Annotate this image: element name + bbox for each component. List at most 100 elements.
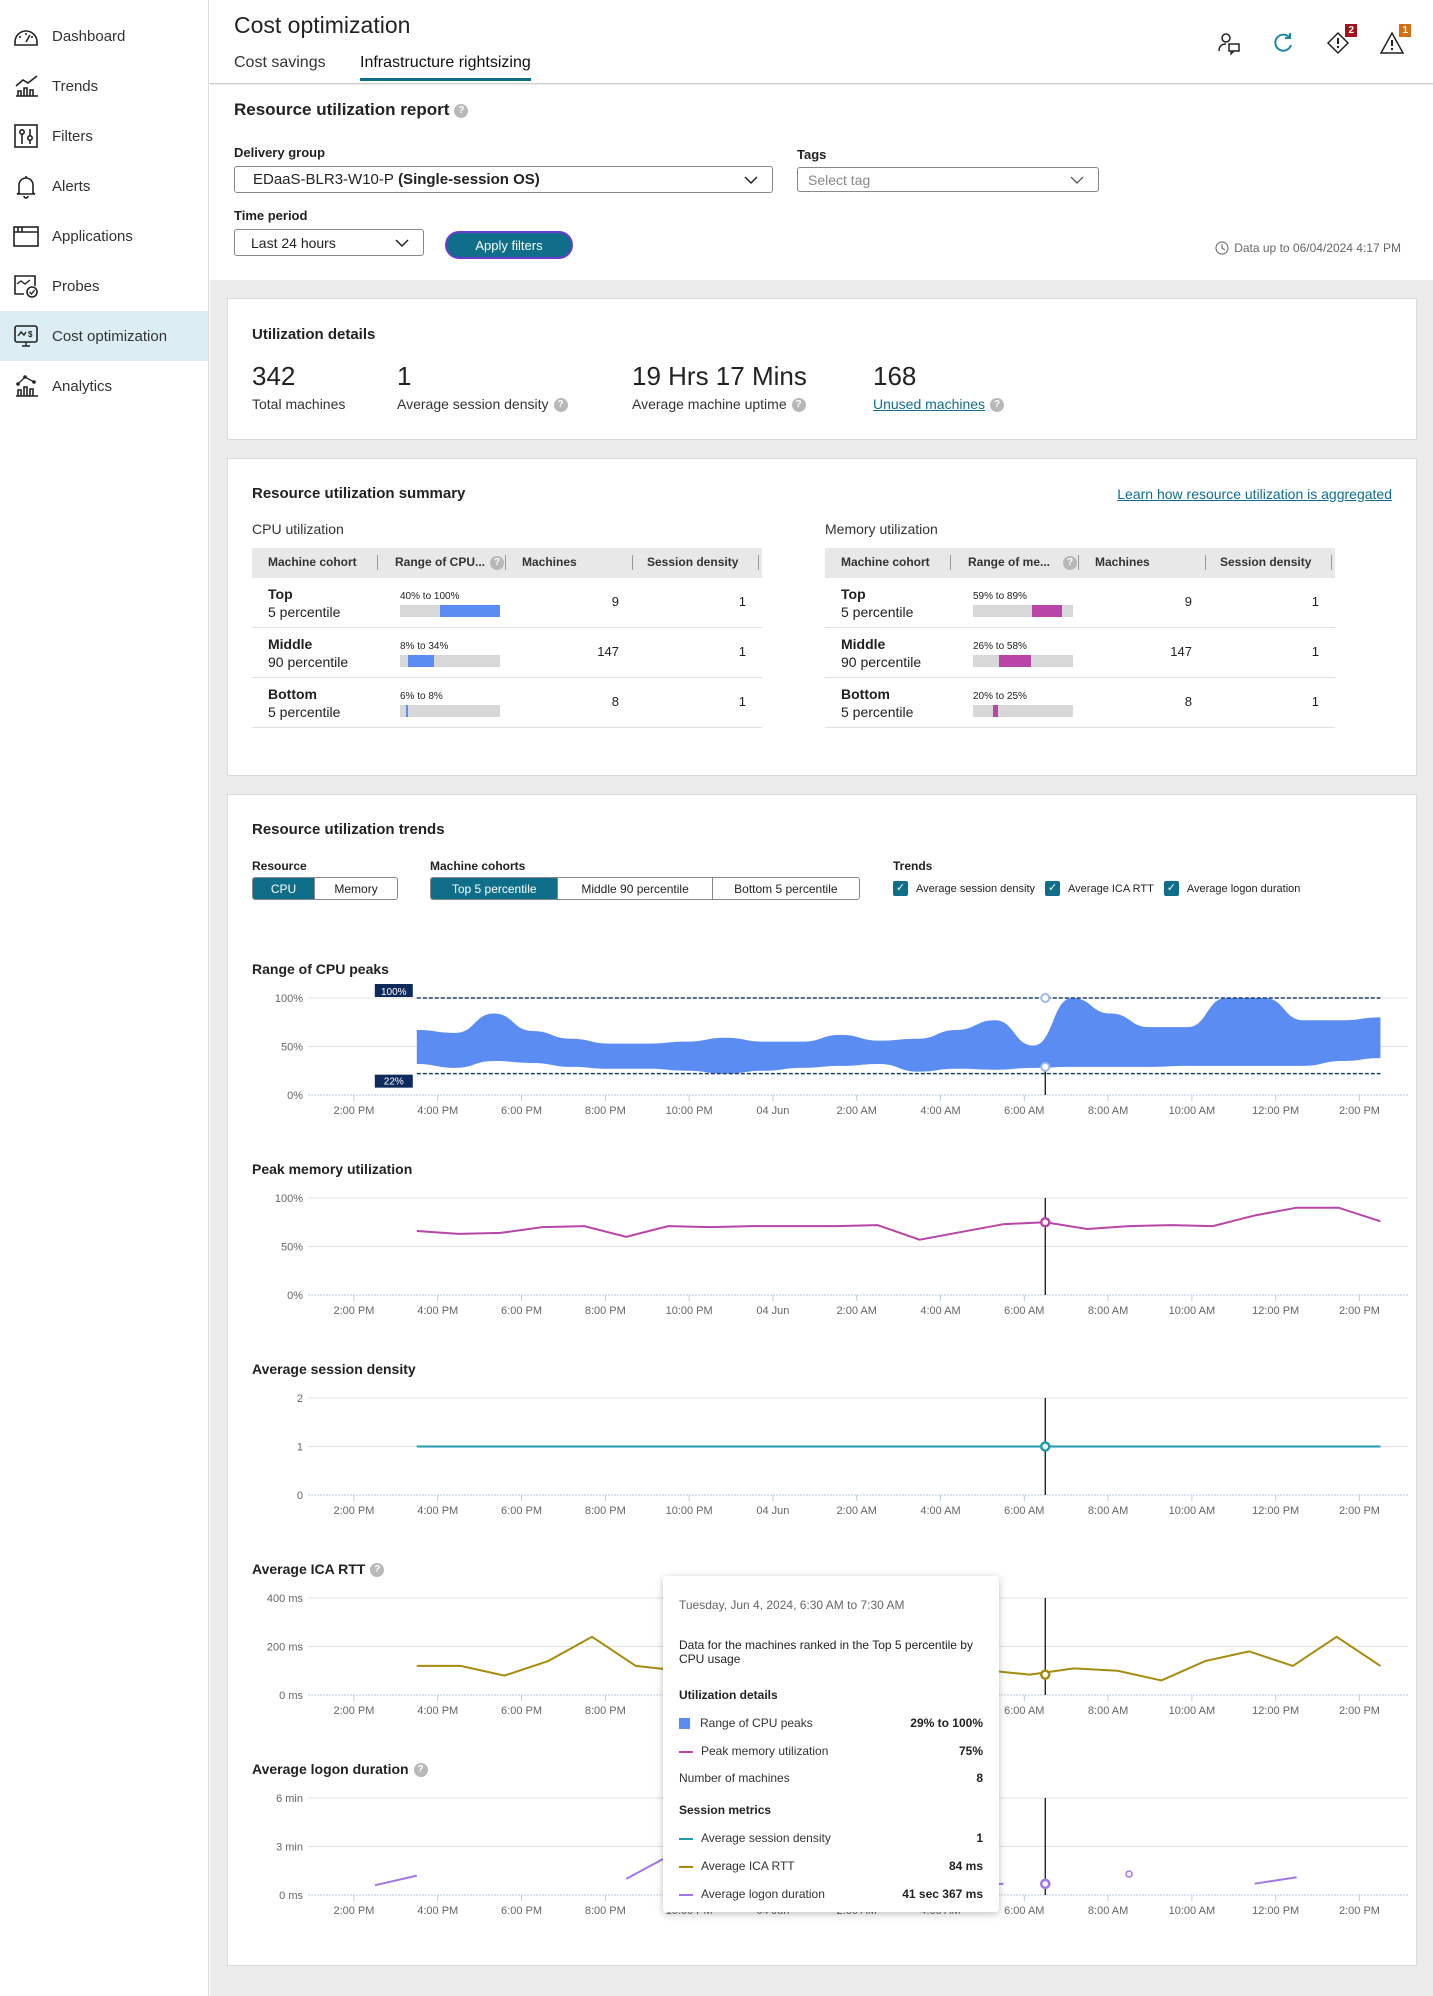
x-tick-label: 4:00 AM: [920, 1505, 960, 1517]
y-tick-label: 0: [297, 1490, 303, 1502]
x-tick-label: 6:00 AM: [1004, 1705, 1044, 1717]
cohort-middle-option[interactable]: Middle 90 percentile: [558, 878, 713, 899]
learn-aggregation-link[interactable]: Learn how resource utilization is aggreg…: [1117, 486, 1392, 502]
table-row: Middle 90 percentile 26% to 58% 147 1: [825, 628, 1335, 678]
time-period-select[interactable]: Last 24 hours: [234, 229, 424, 256]
machines-cell: 147: [597, 644, 619, 659]
tooltip-label: Average logon duration: [701, 1887, 825, 1901]
resource-memory-option[interactable]: Memory: [315, 878, 397, 899]
x-tick-label: 10:00 AM: [1169, 1505, 1215, 1517]
y-tick-label: 0%: [287, 1290, 303, 1302]
column-header[interactable]: Session density: [647, 555, 738, 569]
sidebar-item-analytics[interactable]: Analytics: [0, 361, 208, 411]
checkbox-average-session-density[interactable]: ✓ Average session density: [893, 881, 1035, 896]
tab-infrastructure-rightsizing[interactable]: Infrastructure rightsizing: [360, 54, 531, 81]
help-icon[interactable]: ?: [1063, 556, 1077, 570]
x-tick-label: 2:00 AM: [837, 1505, 877, 1517]
sidebar-item-alerts[interactable]: Alerts: [0, 161, 208, 211]
x-tick-label: 2:00 AM: [837, 1305, 877, 1317]
report-title-text: Resource utilization report: [234, 100, 450, 119]
sidebar-item-filters[interactable]: Filters: [0, 111, 208, 161]
refresh-button[interactable]: [1271, 30, 1297, 56]
sidebar-item-applications[interactable]: Applications: [0, 211, 208, 261]
alerts-button[interactable]: 2: [1325, 24, 1357, 56]
column-divider[interactable]: [950, 555, 951, 570]
user-feedback-button[interactable]: [1217, 30, 1243, 56]
tooltip-value: 41 sec 367 ms: [902, 1887, 983, 1901]
help-icon[interactable]: ?: [454, 103, 469, 118]
help-icon[interactable]: ?: [370, 1563, 385, 1578]
delivery-group-select[interactable]: EDaaS-BLR3-W10-P (Single-session OS): [234, 166, 773, 193]
column-divider[interactable]: [377, 555, 378, 570]
cohort-bottom-option[interactable]: Bottom 5 percentile: [713, 878, 859, 899]
sidebar-label: Applications: [52, 227, 133, 245]
page-title: Cost optimization: [234, 12, 411, 38]
help-icon[interactable]: ?: [553, 398, 568, 413]
tags-label: Tags: [797, 147, 827, 162]
x-tick-label: 4:00 PM: [417, 1305, 458, 1317]
help-icon[interactable]: ?: [490, 556, 504, 570]
x-tick-label: 8:00 AM: [1088, 1505, 1128, 1517]
tab-cost-savings[interactable]: Cost savings: [234, 54, 326, 78]
x-tick-label: 8:00 PM: [585, 1905, 626, 1917]
cohort-top-option[interactable]: Top 5 percentile: [431, 878, 559, 899]
column-header[interactable]: Machine cohort: [841, 555, 930, 569]
sidebar-item-cost-optimization[interactable]: $ Cost optimization: [0, 311, 208, 361]
cohort-percentile: 5 percentile: [268, 704, 341, 720]
machines-cell: 9: [611, 594, 619, 609]
y-tick-label: 200 ms: [267, 1642, 304, 1654]
data-freshness: Data up to 06/04/2024 4:17 PM: [1215, 241, 1401, 255]
sidebar-item-probes[interactable]: Probes: [0, 261, 208, 311]
column-header[interactable]: Machines: [1095, 555, 1150, 569]
x-tick-label: 8:00 PM: [585, 1305, 626, 1317]
column-divider[interactable]: [758, 555, 759, 570]
checkbox-average-ica-rtt[interactable]: ✓ Average ICA RTT: [1045, 881, 1154, 896]
user-feedback-icon: [1218, 33, 1240, 56]
x-tick-label: 10:00 PM: [666, 1505, 713, 1517]
sidebar-label: Cost optimization: [52, 327, 168, 345]
column-header[interactable]: Range of me...: [968, 555, 1050, 569]
help-icon[interactable]: ?: [990, 398, 1005, 413]
y-tick-label: 3 min: [276, 1842, 303, 1854]
check-icon: ✓: [893, 881, 908, 896]
bell-icon: [16, 176, 36, 199]
column-header[interactable]: Machines: [522, 555, 577, 569]
x-tick-label: 6:00 PM: [501, 1305, 542, 1317]
column-header[interactable]: Range of CPU...: [395, 555, 485, 569]
analytics-icon: [16, 375, 38, 397]
sidebar-item-dashboard[interactable]: Dashboard: [0, 11, 208, 61]
tooltip-value: 8: [976, 1771, 983, 1785]
x-tick-label: 8:00 PM: [585, 1705, 626, 1717]
range-bar: [400, 705, 500, 717]
column-header[interactable]: Session density: [1220, 555, 1311, 569]
page-header: Cost optimization Cost savings Infrastru…: [210, 0, 1433, 84]
memory-line-swatch: [679, 1750, 693, 1753]
help-icon[interactable]: ?: [413, 1763, 428, 1778]
apply-filters-button[interactable]: Apply filters: [445, 231, 573, 259]
sidebar-item-trends[interactable]: Trends: [0, 61, 208, 111]
y-tick-label: 50%: [281, 1242, 303, 1254]
resource-cpu-option[interactable]: CPU: [253, 878, 316, 899]
tooltip-value: 75%: [958, 1744, 983, 1758]
x-tick-label: 6:00 PM: [501, 1105, 542, 1117]
column-divider[interactable]: [1331, 555, 1332, 570]
kpi-value: 168: [873, 361, 917, 391]
table-row: Bottom 5 percentile 6% to 8% 8 1: [252, 678, 762, 728]
x-tick-label: 4:00 PM: [417, 1905, 458, 1917]
chart-title: Average session density: [252, 1361, 416, 1377]
column-divider[interactable]: [632, 555, 633, 570]
x-tick-label: 10:00 AM: [1169, 1705, 1215, 1717]
checkbox-average-logon-duration[interactable]: ✓ Average logon duration: [1163, 881, 1300, 896]
tags-select[interactable]: Select tag: [797, 167, 1099, 192]
column-divider[interactable]: [505, 555, 506, 570]
column-header[interactable]: Machine cohort: [268, 555, 357, 569]
unused-machines-link[interactable]: Unused machines: [873, 396, 985, 412]
probes-icon: [14, 275, 38, 298]
column-divider[interactable]: [1078, 555, 1079, 570]
table-title: CPU utilization: [252, 521, 344, 537]
x-tick-label: 2:00 PM: [333, 1705, 374, 1717]
memory-utilization-table: Machine cohort Range of me... Machines Sess…: [825, 548, 1335, 728]
column-divider[interactable]: [1205, 555, 1206, 570]
warnings-button[interactable]: 1: [1379, 24, 1411, 56]
help-icon[interactable]: ?: [791, 398, 806, 413]
